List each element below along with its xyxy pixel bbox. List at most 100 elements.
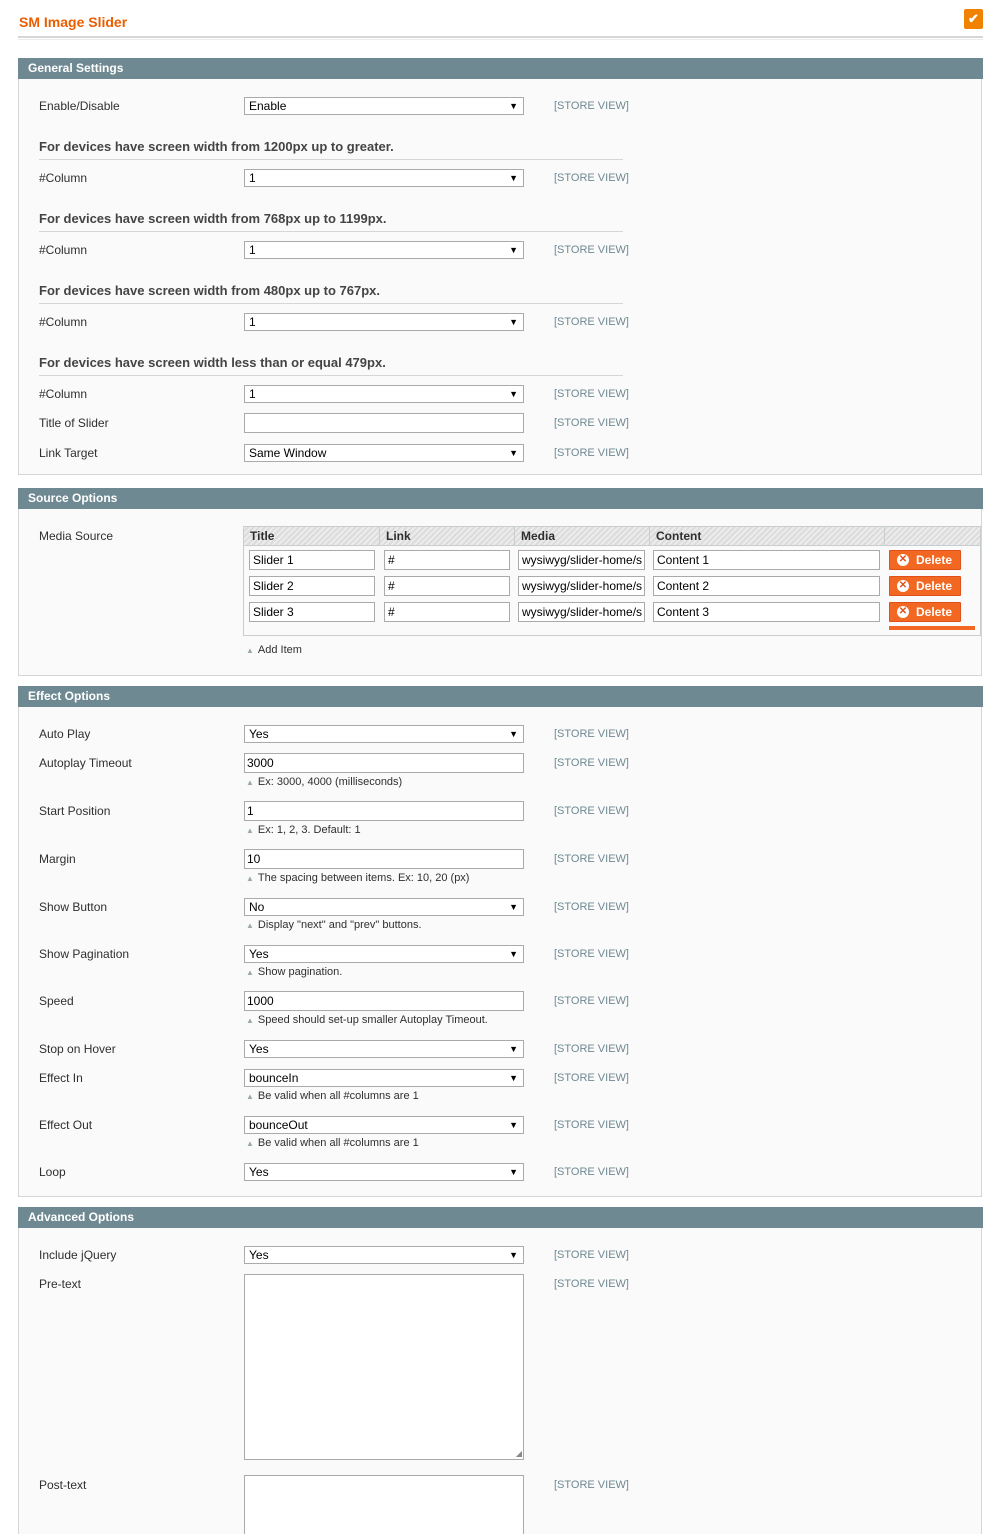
device-heading-1200: For devices have screen width from 1200p…: [39, 139, 623, 160]
pre-text-textarea[interactable]: ◢: [244, 1274, 524, 1460]
grid-col-title: Title: [244, 527, 380, 545]
loop-select[interactable]: Yes ▼: [244, 1163, 524, 1181]
column-label-1200: #Column: [39, 171, 88, 185]
column-select-768[interactable]: 1 ▼: [244, 241, 524, 259]
autoplay-timeout-input[interactable]: 3000: [244, 753, 524, 773]
enable-select-value: Enable: [249, 99, 287, 113]
dropdown-arrow-icon: ▼: [509, 448, 518, 458]
effect-in-value: bounceIn: [249, 1071, 299, 1085]
start-position-label: Start Position: [39, 804, 111, 818]
slider-title-input[interactable]: [244, 413, 524, 433]
note-text: Speed should set-up smaller Autoplay Tim…: [257, 1014, 488, 1026]
enable-select[interactable]: Enable ▼: [244, 97, 524, 115]
save-config-button[interactable]: ✔: [964, 9, 983, 29]
column-select-value: 1: [249, 387, 256, 401]
section-header-effect[interactable]: Effect Options: [18, 686, 983, 707]
dropdown-arrow-icon: ▼: [509, 245, 518, 255]
speed-input[interactable]: 1000: [244, 991, 524, 1011]
row-media-input[interactable]: wysiwyg/slider-home/s: [518, 550, 645, 570]
dropdown-arrow-icon: ▼: [509, 902, 518, 912]
row-title-input[interactable]: Slider 3: [249, 602, 375, 622]
column-select-479[interactable]: 1 ▼: [244, 385, 524, 403]
show-button-note: ▲ Display "next" and "prev" buttons.: [246, 918, 422, 933]
delete-button[interactable]: ✕ Delete: [889, 602, 961, 622]
dropdown-arrow-icon: ▼: [509, 1250, 518, 1260]
row-content-input[interactable]: Content 1: [653, 550, 880, 570]
note-text: Display "next" and "prev" buttons.: [257, 919, 422, 931]
title-divider: [18, 36, 983, 38]
scope-label: [STORE VIEW]: [554, 1166, 629, 1178]
show-button-value: No: [249, 900, 265, 914]
triangle-up-icon: ▲: [246, 921, 254, 930]
column-select-1200[interactable]: 1 ▼: [244, 169, 524, 187]
column-select-480[interactable]: 1 ▼: [244, 313, 524, 331]
row-title-input[interactable]: Slider 1: [249, 550, 375, 570]
media-source-grid: Title Link Media Content Slider 1 # wysi…: [243, 526, 981, 636]
stop-on-hover-select[interactable]: Yes ▼: [244, 1040, 524, 1058]
add-item-link[interactable]: ▲ Add Item: [246, 644, 302, 656]
delete-button[interactable]: ✕ Delete: [889, 576, 961, 596]
add-button-edge[interactable]: [889, 626, 975, 630]
autoplay-select[interactable]: Yes ▼: [244, 725, 524, 743]
link-target-select[interactable]: Same Window ▼: [244, 444, 524, 462]
note-text: The spacing between items. Ex: 10, 20 (p…: [257, 872, 470, 884]
include-jquery-label: Include jQuery: [39, 1248, 117, 1262]
pre-text-label: Pre-text: [39, 1277, 82, 1291]
row-link-input[interactable]: #: [384, 602, 510, 622]
dropdown-arrow-icon: ▼: [509, 1120, 518, 1130]
section-header-general[interactable]: General Settings: [18, 58, 983, 79]
triangle-up-icon: ▲: [246, 646, 254, 655]
page-title: SM Image Slider: [19, 14, 128, 30]
scope-label: [STORE VIEW]: [554, 995, 629, 1007]
show-button-select[interactable]: No ▼: [244, 898, 524, 916]
scope-label: [STORE VIEW]: [554, 1043, 629, 1055]
row-content-input[interactable]: Content 3: [653, 602, 880, 622]
device-heading-480: For devices have screen width from 480px…: [39, 283, 623, 304]
row-link-input[interactable]: #: [384, 576, 510, 596]
margin-input[interactable]: 10: [244, 849, 524, 869]
scope-label: [STORE VIEW]: [554, 853, 629, 865]
section-header-advanced[interactable]: Advanced Options: [18, 1207, 983, 1228]
scope-label: [STORE VIEW]: [554, 1119, 629, 1131]
scope-label: [STORE VIEW]: [554, 316, 629, 328]
row-link-input[interactable]: #: [384, 550, 510, 570]
delete-button[interactable]: ✕ Delete: [889, 550, 961, 570]
column-select-value: 1: [249, 243, 256, 257]
grid-header: Title Link Media Content: [244, 527, 980, 546]
start-position-note: ▲ Ex: 1, 2, 3. Default: 1: [246, 823, 361, 838]
resize-grip-icon[interactable]: ◢: [516, 1449, 522, 1458]
triangle-up-icon: ▲: [246, 826, 254, 835]
scope-label: [STORE VIEW]: [554, 388, 629, 400]
row-media-input[interactable]: wysiwyg/slider-home/s: [518, 602, 645, 622]
triangle-up-icon: ▲: [246, 778, 254, 787]
include-jquery-select[interactable]: Yes ▼: [244, 1246, 524, 1264]
show-pagination-select[interactable]: Yes ▼: [244, 945, 524, 963]
post-text-textarea[interactable]: [244, 1475, 524, 1534]
triangle-up-icon: ▲: [246, 1139, 254, 1148]
effect-out-select[interactable]: bounceOut ▼: [244, 1116, 524, 1134]
dropdown-arrow-icon: ▼: [509, 101, 518, 111]
delete-label: Delete: [916, 553, 953, 567]
scope-label: [STORE VIEW]: [554, 805, 629, 817]
start-position-input[interactable]: 1: [244, 801, 524, 821]
section-header-source[interactable]: Source Options: [18, 488, 983, 509]
grid-col-media: Media: [515, 527, 650, 545]
row-title-input[interactable]: Slider 2: [249, 576, 375, 596]
row-content-input[interactable]: Content 2: [653, 576, 880, 596]
dropdown-arrow-icon: ▼: [509, 1044, 518, 1054]
margin-label: Margin: [39, 852, 76, 866]
triangle-up-icon: ▲: [246, 968, 254, 977]
effect-in-note: ▲ Be valid when all #columns are 1: [246, 1089, 419, 1104]
show-button-label: Show Button: [39, 900, 108, 914]
title-divider-shadow: [18, 39, 983, 40]
column-label-480: #Column: [39, 315, 88, 329]
scope-label: [STORE VIEW]: [554, 100, 629, 112]
row-media-input[interactable]: wysiwyg/slider-home/s: [518, 576, 645, 596]
scope-label: [STORE VIEW]: [554, 948, 629, 960]
effect-in-select[interactable]: bounceIn ▼: [244, 1069, 524, 1087]
stop-on-hover-label: Stop on Hover: [39, 1042, 116, 1056]
show-pagination-label: Show Pagination: [39, 947, 130, 961]
grid-col-content: Content: [650, 527, 885, 545]
enable-label: Enable/Disable: [39, 99, 120, 113]
dropdown-arrow-icon: ▼: [509, 1167, 518, 1177]
